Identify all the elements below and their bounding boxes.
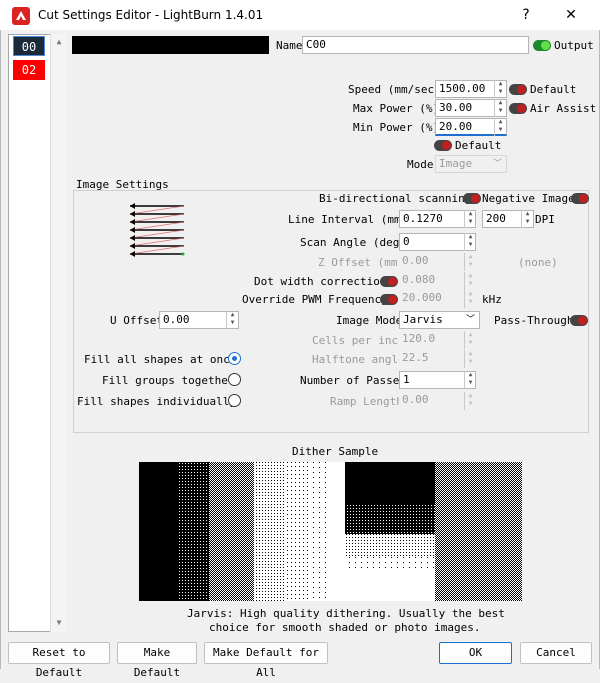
pwm-toggle[interactable] (380, 294, 398, 305)
fill-all-label: Fill all shapes at once (84, 353, 237, 366)
fill-groups-radio[interactable] (228, 373, 241, 386)
fill-individual-radio[interactable] (228, 394, 241, 407)
chevron-down-icon: ﹀ (465, 315, 475, 325)
mode-dropdown[interactable]: Image ﹀ (435, 155, 507, 173)
pass-through-toggle[interactable] (570, 315, 588, 326)
window-title: Cut Settings Editor - LightBurn 1.4.01 (38, 8, 264, 22)
reset-to-default-button[interactable]: Reset to Default (8, 642, 110, 679)
help-button[interactable]: ? (508, 4, 544, 26)
ramp-length-spinner[interactable]: ▲ ▼ (464, 392, 476, 410)
line-interval-label: Line Interval (mm) (288, 213, 408, 226)
pwm-spinner[interactable]: ▲ ▼ (464, 290, 476, 308)
z-offset-spinner[interactable]: ▲ ▼ (464, 253, 476, 271)
fill-groups-label: Fill groups together (102, 374, 235, 387)
mode-value: Image (439, 157, 473, 170)
pwm-label: Override PWM Frequency (242, 293, 388, 306)
dither-description-line1: Jarvis: High quality dithering. Usually … (187, 607, 505, 620)
min-power-spinner[interactable]: ▲ ▼ (494, 118, 506, 136)
make-default-for-all-button[interactable]: Make Default for All (204, 642, 328, 679)
speed-label: Speed (mm/sec) (348, 83, 441, 96)
name-input[interactable]: C00 (302, 36, 529, 54)
dither-sample-title: Dither Sample (292, 445, 379, 458)
output-label: Output (554, 39, 594, 52)
output-toggle[interactable] (533, 40, 551, 51)
make-default-button[interactable]: Make Default (117, 642, 197, 679)
power-default-label: Default (455, 139, 502, 152)
mode-label: Mode (407, 158, 434, 171)
scroll-up-icon[interactable]: ▲ (54, 37, 64, 47)
scan-angle-label: Scan Angle (deg) (300, 236, 406, 249)
layer-item-00[interactable]: 00 (13, 36, 45, 56)
scroll-down-icon[interactable]: ▼ (54, 618, 64, 628)
fill-individual-label: Fill shapes individually (77, 395, 236, 408)
max-power-spinner[interactable]: ▲ ▼ (494, 99, 506, 117)
cells-per-inch-spinner[interactable]: ▲ ▼ (464, 331, 476, 349)
image-mode-label: Image Mode (336, 314, 403, 327)
image-mode-value: Jarvis (403, 313, 443, 326)
halftone-angle-label: Halftone angle (312, 353, 405, 366)
air-assist-label: Air Assist (530, 102, 597, 115)
dot-width-label: Dot width correction (254, 275, 387, 288)
passes-spinner[interactable]: ▲ ▼ (464, 371, 476, 389)
lightburn-logo-icon (12, 7, 30, 25)
name-label: Name (276, 39, 303, 52)
negative-image-toggle[interactable] (571, 193, 589, 204)
power-default-toggle[interactable] (434, 140, 452, 151)
max-power-label: Max Power (%) (353, 102, 440, 115)
passes-label: Number of Passes (300, 374, 406, 387)
cancel-button[interactable]: Cancel (520, 642, 592, 664)
cells-per-inch-label: Cells per inch (312, 334, 405, 347)
dot-width-spinner[interactable]: ▲ ▼ (464, 272, 476, 290)
dot-width-toggle[interactable] (380, 276, 398, 287)
dpi-spinner[interactable]: ▲ ▼ (521, 210, 533, 228)
halftone-angle-spinner[interactable]: ▲ ▼ (464, 350, 476, 368)
bidirectional-toggle[interactable] (463, 193, 481, 204)
chevron-down-icon: ﹀ (492, 159, 502, 169)
pass-through-label: Pass-Through (494, 314, 574, 327)
layer-item-02[interactable]: 02 (13, 60, 45, 80)
ramp-length-label: Ramp Length (330, 395, 403, 408)
speed-default-toggle[interactable] (509, 84, 527, 95)
air-assist-toggle[interactable] (509, 103, 527, 114)
negative-image-label: Negative Image (482, 192, 575, 205)
line-interval-spinner[interactable]: ▲ ▼ (464, 210, 476, 228)
min-power-label: Min Power (%) (353, 121, 440, 134)
u-offset-label: U Offset (110, 314, 163, 327)
layer-color-swatch[interactable] (72, 36, 269, 54)
u-offset-spinner[interactable]: ▲ ▼ (226, 311, 238, 329)
pwm-unit-label: kHz (482, 293, 502, 306)
close-button[interactable]: ✕ (553, 4, 589, 26)
fill-all-radio[interactable] (228, 352, 241, 365)
ok-button[interactable]: OK (439, 642, 512, 664)
speed-spinner[interactable]: ▲ ▼ (494, 80, 506, 98)
dpi-label: DPI (535, 213, 555, 226)
bidirectional-label: Bi-directional scanning (319, 192, 472, 205)
image-mode-dropdown[interactable]: Jarvis ﹀ (399, 311, 480, 329)
z-offset-none-label: (none) (518, 256, 558, 269)
dither-sample-image (139, 462, 522, 601)
speed-default-label: Default (530, 83, 577, 96)
scan-angle-spinner[interactable]: ▲ ▼ (464, 233, 476, 251)
layer-list-scrollbar[interactable]: ▲ ▼ (50, 34, 66, 632)
dither-description-line2: choice for smooth shaded or photo images… (209, 621, 481, 634)
z-offset-label: Z Offset (mm) (318, 256, 405, 269)
scan-pattern-icon (129, 203, 185, 257)
